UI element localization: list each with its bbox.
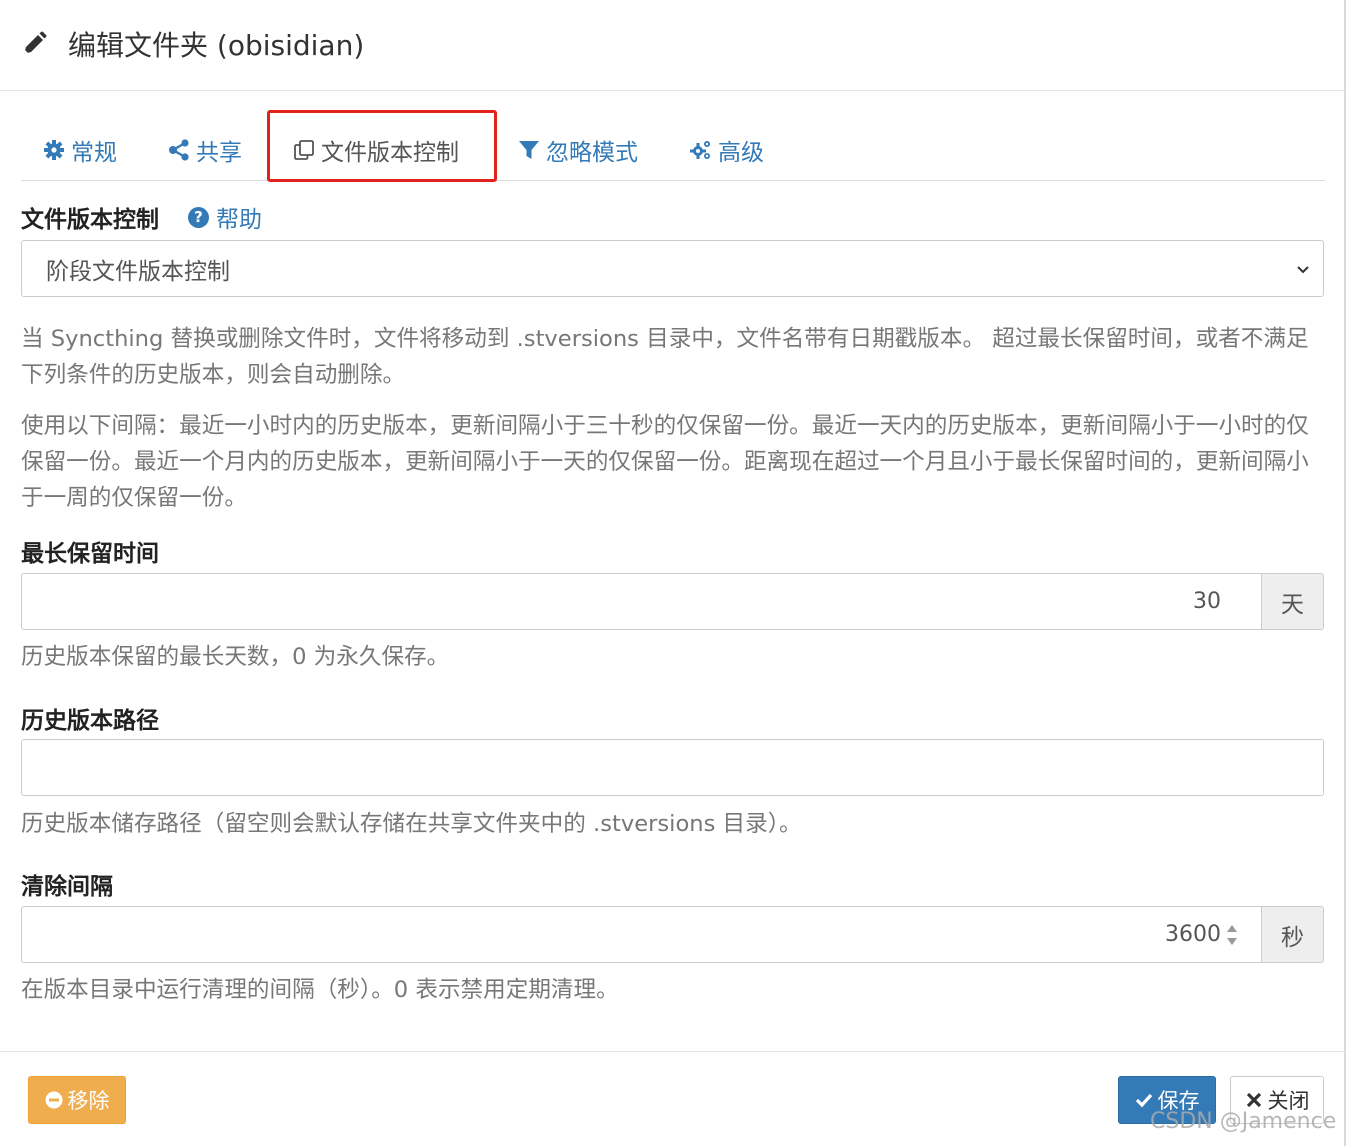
copy-icon <box>294 140 314 160</box>
edit-folder-dialog: 编辑文件夹 (obisidian) 常规 共享 文件版本控制 忽略模式 高级 文… <box>0 0 1346 1146</box>
cleanup-interval-input-group: 3600 秒 <box>21 906 1324 963</box>
versioning-description-2: 使用以下间隔：最近一小时内的历史版本，更新间隔小于三十秒的仅保留一份。最近一天内… <box>21 413 1309 511</box>
max-age-help: 历史版本保留的最长天数，0 为永久保存。 <box>21 644 450 670</box>
versioning-type-select[interactable]: 阶段文件版本控制 <box>21 240 1324 297</box>
save-button-label: 保存 <box>1157 1089 1200 1113</box>
close-button[interactable]: 关闭 <box>1230 1076 1324 1124</box>
cleanup-interval-help: 在版本目录中运行清理的间隔（秒）。0 表示禁用定期清理。 <box>21 977 619 1003</box>
check-icon <box>1135 1093 1152 1108</box>
save-button[interactable]: 保存 <box>1118 1076 1216 1124</box>
versioning-type-value: 阶段文件版本控制 <box>46 258 230 285</box>
max-age-unit: 天 <box>1262 573 1324 630</box>
tab-file-versioning-label: 文件版本控制 <box>321 140 459 166</box>
close-icon <box>1246 1092 1261 1108</box>
gears-icon <box>690 141 710 159</box>
remove-button-label: 移除 <box>67 1089 110 1113</box>
cleanup-interval-unit: 秒 <box>1262 906 1324 963</box>
max-age-input-group: 30 天 <box>21 573 1324 630</box>
tab-ignore-patterns[interactable]: 忽略模式 <box>518 128 638 172</box>
max-age-value: 30 <box>1193 589 1221 614</box>
versioning-label: 文件版本控制 <box>21 207 159 233</box>
remove-button[interactable]: 移除 <box>28 1076 126 1124</box>
tab-sharing[interactable]: 共享 <box>168 128 242 172</box>
help-link[interactable]: ? 帮助 <box>188 200 262 234</box>
dialog-footer: 移除 保存 关闭 <box>0 1051 1346 1146</box>
tab-sharing-label: 共享 <box>196 140 242 166</box>
versions-path-input[interactable] <box>21 739 1324 796</box>
max-age-label: 最长保留时间 <box>21 541 159 567</box>
help-link-label: 帮助 <box>216 207 262 233</box>
close-button-label: 关闭 <box>1267 1089 1310 1113</box>
dialog-title: 编辑文件夹 (obisidian) <box>68 29 365 62</box>
versioning-description-1: 当 Syncthing 替换或删除文件时，文件将移动到 .stversions … <box>21 326 1309 388</box>
filter-icon <box>519 141 539 159</box>
max-age-input[interactable]: 30 <box>21 573 1262 630</box>
chevron-down-icon <box>1297 266 1309 274</box>
tab-advanced-label: 高级 <box>718 140 764 166</box>
tab-advanced[interactable]: 高级 <box>690 128 764 172</box>
tab-bar: 常规 共享 文件版本控制 忽略模式 高级 <box>21 108 1325 182</box>
tab-file-versioning[interactable]: 文件版本控制 <box>293 128 459 172</box>
question-circle-icon: ? <box>188 206 209 228</box>
cleanup-interval-label: 清除间隔 <box>21 874 113 900</box>
pencil-icon <box>24 31 47 54</box>
cleanup-interval-value: 3600 <box>1165 922 1221 947</box>
tab-ignore-patterns-label: 忽略模式 <box>546 140 638 166</box>
share-icon <box>169 139 189 161</box>
tab-general-label: 常规 <box>71 140 117 166</box>
cleanup-interval-input[interactable]: 3600 <box>21 906 1262 963</box>
dialog-header: 编辑文件夹 (obisidian) <box>0 0 1346 91</box>
number-spinner-icon[interactable] <box>1225 921 1239 949</box>
versions-path-help: 历史版本储存路径（留空则会默认存储在共享文件夹中的 .stversions 目录… <box>21 811 802 837</box>
minus-circle-icon <box>45 1091 62 1109</box>
gear-icon <box>44 140 64 160</box>
versions-path-label: 历史版本路径 <box>21 708 159 734</box>
tab-general[interactable]: 常规 <box>43 128 117 172</box>
